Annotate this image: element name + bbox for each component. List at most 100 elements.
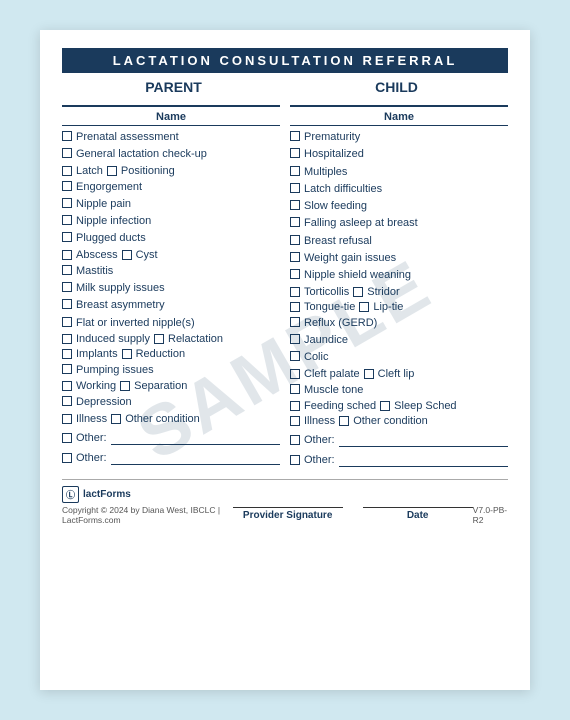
list-item: Engorgement [62,180,280,194]
list-item: Breast refusal [290,234,508,248]
checkbox[interactable] [62,334,72,344]
logo: Ⓛ lactForms [62,486,131,503]
checkbox[interactable] [380,401,390,411]
checkbox[interactable] [62,166,72,176]
column-headers: PARENT CHILD [62,77,508,97]
date-label: Date [407,510,429,521]
parent-header: PARENT [62,77,285,97]
other-line-1: Other: [290,433,508,447]
list-item: Cleft palate Cleft lip [290,368,508,380]
checkbox[interactable] [290,435,300,445]
list-item: Multiples [290,165,508,179]
checkbox[interactable] [120,381,130,391]
other-underline [111,431,280,445]
checkbox[interactable] [359,302,369,312]
checkbox[interactable] [290,166,300,176]
list-item: Tongue-tie Lip-tie [290,301,508,313]
checkbox[interactable] [62,364,72,374]
checkbox[interactable] [122,349,132,359]
checkbox[interactable] [154,334,164,344]
list-item: Flat or inverted nipple(s) [62,316,280,330]
checkbox[interactable] [339,416,349,426]
checkbox[interactable] [290,401,300,411]
checkbox[interactable] [290,200,300,210]
checkbox[interactable] [62,250,72,260]
child-column: Name Prematurity Hospitalized Multiples … [290,105,508,467]
checkbox[interactable] [290,416,300,426]
version-label: V7.0-PB-R2 [473,505,508,525]
provider-sig-section: Provider Signature [233,490,343,521]
checkbox[interactable] [290,455,300,465]
checkbox[interactable] [62,131,72,141]
list-item: Nipple pain [62,197,280,211]
checkbox[interactable] [62,265,72,275]
other-underline [339,453,508,467]
checkbox[interactable] [62,414,72,424]
checkbox[interactable] [290,351,300,361]
checkbox[interactable] [111,414,121,424]
footer-branding: Ⓛ lactForms Copyright © 2024 by Diana We… [62,486,233,525]
list-item: Hospitalized [290,147,508,161]
other-line-2: Other: [290,453,508,467]
checkbox[interactable] [62,349,72,359]
list-item: Prenatal assessment [62,130,280,144]
list-item: Falling asleep at breast [290,216,508,230]
checkbox[interactable] [122,250,132,260]
checkbox[interactable] [62,215,72,225]
checkbox[interactable] [290,302,300,312]
list-item: Torticollis Stridor [290,286,508,298]
checkbox[interactable] [62,148,72,158]
other-line-1: Other: [62,431,280,445]
checkbox[interactable] [62,198,72,208]
checkbox[interactable] [62,299,72,309]
checkbox[interactable] [107,166,117,176]
list-item: Weight gain issues [290,251,508,265]
list-item: Pumping issues [62,363,280,377]
list-item: General lactation check-up [62,147,280,161]
checkbox[interactable] [290,369,300,379]
list-item: Slow feeding [290,199,508,213]
signature-date-section: Provider Signature Date [233,490,473,521]
form-page: SAMPLE LACTATION CONSULTATION REFERRAL P… [40,30,530,690]
list-item: Implants Reduction [62,348,280,360]
checkbox[interactable] [62,181,72,191]
checkbox[interactable] [62,396,72,406]
list-item: Illness Other condition [62,413,280,425]
checkbox[interactable] [290,131,300,141]
other-underline [111,451,280,465]
checkbox[interactable] [290,183,300,193]
checkbox[interactable] [62,232,72,242]
checkbox[interactable] [353,287,363,297]
checkbox[interactable] [62,282,72,292]
checkbox[interactable] [290,235,300,245]
checkbox[interactable] [290,384,300,394]
footer: Ⓛ lactForms Copyright © 2024 by Diana We… [62,479,508,525]
checkbox[interactable] [290,269,300,279]
sig-label: Provider Signature [243,510,332,521]
date-section: Date [363,490,473,521]
list-item: Latch difficulties [290,182,508,196]
form-title: LACTATION CONSULTATION REFERRAL [62,48,508,73]
other-line-2: Other: [62,451,280,465]
list-item: Muscle tone [290,383,508,397]
sig-line [233,490,343,508]
checkbox[interactable] [290,252,300,262]
list-item: Milk supply issues [62,281,280,295]
copyright: Copyright © 2024 by Diana West, IBCLC | … [62,505,233,525]
checkbox[interactable] [62,433,72,443]
list-item: Plugged ducts [62,231,280,245]
list-item: Jaundice [290,333,508,347]
checkbox[interactable] [290,148,300,158]
checkbox[interactable] [290,317,300,327]
list-item: Abscess Cyst [62,249,280,261]
main-columns: Name Prenatal assessment General lactati… [62,105,508,467]
checkbox[interactable] [290,217,300,227]
checkbox[interactable] [364,369,374,379]
checkbox[interactable] [62,381,72,391]
checkbox[interactable] [62,453,72,463]
checkbox[interactable] [290,287,300,297]
checkbox[interactable] [62,317,72,327]
list-item: Colic [290,350,508,364]
checkbox[interactable] [290,334,300,344]
other-underline [339,433,508,447]
